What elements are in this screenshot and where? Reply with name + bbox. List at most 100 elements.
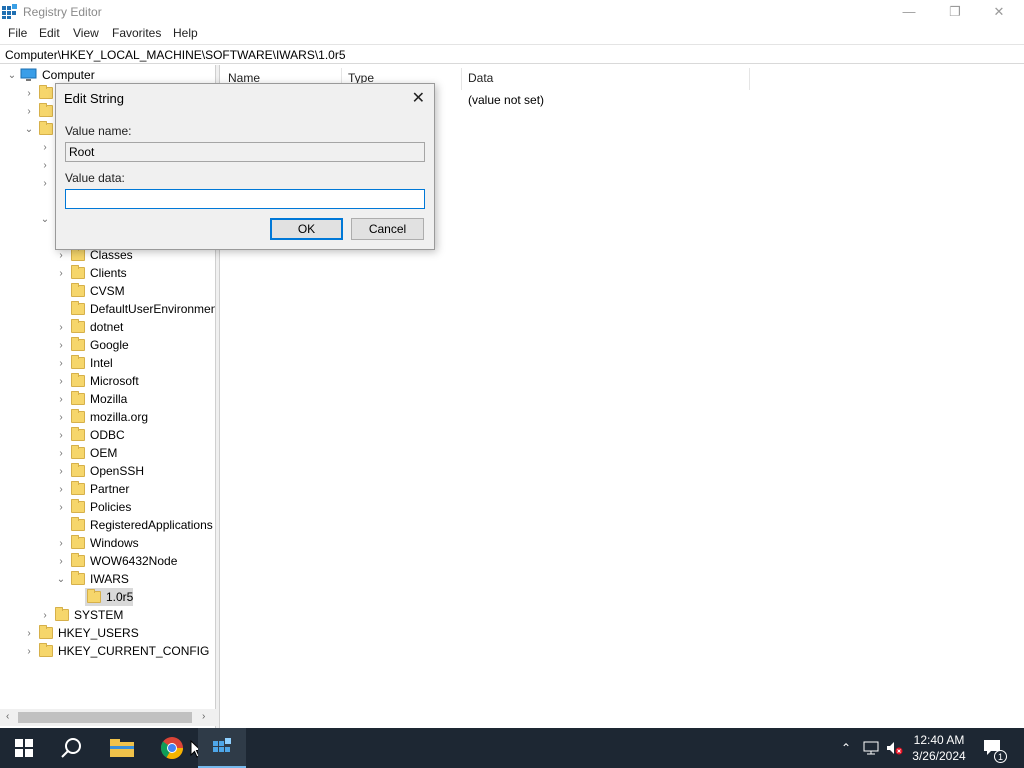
chevron-right-icon[interactable]: › <box>56 466 66 477</box>
network-icon[interactable] <box>860 728 882 768</box>
tree-item-wow6432node[interactable]: WOW6432Node <box>90 554 177 568</box>
chevron-right-icon[interactable]: › <box>24 88 34 99</box>
tree-item-mozilla-org[interactable]: mozilla.org <box>90 410 148 424</box>
scrollbar-thumb[interactable] <box>18 712 192 723</box>
menu-bar: File Edit View Favorites Help <box>0 23 1024 43</box>
menu-file[interactable]: File <box>8 26 27 40</box>
registry-editor-taskbar-button[interactable] <box>198 728 246 768</box>
chevron-right-icon[interactable]: › <box>56 322 66 333</box>
value-data-cell[interactable]: (value not set) <box>468 93 544 107</box>
chevron-right-icon[interactable]: › <box>56 340 66 351</box>
value-name-label: Value name: <box>65 124 132 138</box>
tree-item-intel[interactable]: Intel <box>90 356 113 370</box>
folder-icon <box>55 607 69 621</box>
column-header-data[interactable]: Data <box>468 71 493 91</box>
chevron-right-icon[interactable]: › <box>40 160 50 171</box>
chevron-right-icon[interactable]: › <box>56 430 66 441</box>
chevron-right-icon[interactable]: › <box>56 484 66 495</box>
minimize-button[interactable]: — <box>886 0 932 23</box>
address-bar[interactable]: Computer\HKEY_LOCAL_MACHINE\SOFTWARE\IWA… <box>0 44 1024 64</box>
column-divider[interactable] <box>749 68 750 90</box>
menu-favorites[interactable]: Favorites <box>112 26 161 40</box>
chrome-icon <box>160 737 183 759</box>
dialog-close-icon[interactable]: ✕ <box>412 88 425 108</box>
tree-item-classes[interactable]: Classes <box>90 248 133 262</box>
folder-icon <box>71 301 85 315</box>
close-button[interactable]: ✕ <box>976 0 1022 23</box>
chevron-down-icon[interactable]: ⌄ <box>40 214 50 225</box>
chevron-right-icon[interactable]: › <box>56 268 66 279</box>
tree-item-hkey-users[interactable]: HKEY_USERS <box>58 626 139 640</box>
scroll-right-icon[interactable]: › <box>202 711 205 722</box>
chevron-right-icon[interactable]: › <box>56 412 66 423</box>
tree-item-policies[interactable]: Policies <box>90 500 131 514</box>
volume-muted-icon[interactable] <box>884 728 906 768</box>
chevron-right-icon[interactable]: › <box>56 448 66 459</box>
folder-icon <box>71 391 85 405</box>
tree-item-iwars[interactable]: IWARS <box>90 572 129 586</box>
restore-button[interactable]: ❐ <box>932 0 978 23</box>
tree-item-windows[interactable]: Windows <box>90 536 139 550</box>
chevron-right-icon[interactable]: › <box>56 376 66 387</box>
computer-icon <box>20 68 37 81</box>
chevron-right-icon[interactable]: › <box>56 394 66 405</box>
tree-item-hkey-current-config[interactable]: HKEY_CURRENT_CONFIG <box>58 644 209 658</box>
ok-button[interactable]: OK <box>270 218 343 240</box>
file-explorer-button[interactable] <box>98 728 146 768</box>
chevron-right-icon[interactable]: › <box>24 646 34 657</box>
folder-icon <box>39 103 53 117</box>
tree-item-system[interactable]: SYSTEM <box>74 608 123 622</box>
value-data-input[interactable] <box>65 189 425 209</box>
menu-help[interactable]: Help <box>173 26 198 40</box>
chevron-down-icon[interactable]: ⌄ <box>24 124 34 135</box>
chevron-down-icon[interactable]: ⌄ <box>56 574 66 585</box>
window-title: Registry Editor <box>23 5 102 19</box>
tree-item-cvsm[interactable]: CVSM <box>90 284 125 298</box>
tree-item-microsoft[interactable]: Microsoft <box>90 374 139 388</box>
chevron-right-icon[interactable]: › <box>24 106 34 117</box>
address-path: Computer\HKEY_LOCAL_MACHINE\SOFTWARE\IWA… <box>5 48 346 62</box>
column-divider[interactable] <box>461 68 462 90</box>
tree-item-defaultuserenvironment[interactable]: DefaultUserEnvironmen <box>90 302 215 316</box>
title-bar: Registry Editor — ❐ ✕ <box>0 0 1024 23</box>
folder-icon <box>71 247 85 261</box>
tree-item-registeredapplications[interactable]: RegisteredApplications <box>90 518 213 532</box>
folder-icon <box>71 283 85 297</box>
chevron-right-icon[interactable]: › <box>40 610 50 621</box>
scroll-left-icon[interactable]: ‹ <box>6 711 9 722</box>
clock-date: 3/26/2024 <box>912 749 966 763</box>
menu-view[interactable]: View <box>73 26 99 40</box>
tree-horizontal-scrollbar[interactable]: ‹ › <box>0 709 216 726</box>
clock[interactable]: 12:40 AM 3/26/2024 <box>908 728 970 768</box>
tree-item-clients[interactable]: Clients <box>90 266 127 280</box>
search-button[interactable] <box>48 728 96 768</box>
start-button[interactable] <box>0 728 48 768</box>
tree-item-computer[interactable]: Computer <box>42 68 95 82</box>
chevron-right-icon[interactable]: › <box>40 142 50 153</box>
chevron-right-icon[interactable]: › <box>56 502 66 513</box>
chevron-right-icon[interactable]: › <box>40 178 50 189</box>
show-hidden-icons-button[interactable]: ⌃ <box>836 728 856 768</box>
tree-item-openssh[interactable]: OpenSSH <box>90 464 144 478</box>
value-name-field[interactable]: Root <box>65 142 425 162</box>
chevron-right-icon[interactable]: › <box>56 538 66 549</box>
windows-logo-icon <box>15 739 33 757</box>
chevron-down-icon[interactable]: ⌄ <box>7 70 17 81</box>
action-center-button[interactable]: 1 <box>980 728 1007 768</box>
chevron-right-icon[interactable]: › <box>56 358 66 369</box>
chevron-right-icon[interactable]: › <box>56 556 66 567</box>
chevron-right-icon[interactable]: › <box>24 628 34 639</box>
cancel-button[interactable]: Cancel <box>351 218 424 240</box>
registry-editor-icon <box>213 738 231 752</box>
chrome-button[interactable] <box>148 728 196 768</box>
folder-icon <box>71 463 85 477</box>
tree-item-selected-key[interactable]: 1.0r5 <box>106 590 133 604</box>
chevron-right-icon[interactable]: › <box>56 250 66 261</box>
tree-item-google[interactable]: Google <box>90 338 129 352</box>
tree-item-odbc[interactable]: ODBC <box>90 428 125 442</box>
menu-edit[interactable]: Edit <box>39 26 60 40</box>
tree-item-mozilla[interactable]: Mozilla <box>90 392 127 406</box>
tree-item-oem[interactable]: OEM <box>90 446 117 460</box>
tree-item-partner[interactable]: Partner <box>90 482 129 496</box>
tree-item-dotnet[interactable]: dotnet <box>90 320 123 334</box>
